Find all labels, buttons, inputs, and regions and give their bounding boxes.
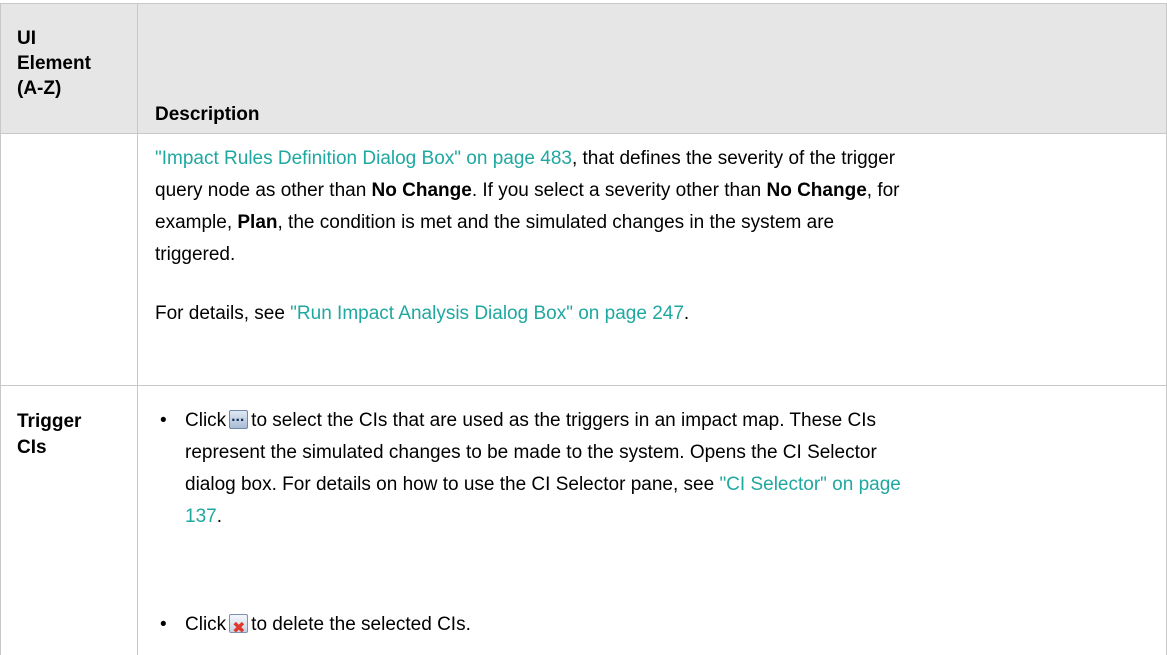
bullet1-line1: Click to select the CIs that are used as …	[185, 405, 1155, 437]
header-ui-element-line1: UI	[17, 28, 36, 49]
header-ui-element-line3: (A-Z)	[17, 78, 62, 99]
impact-rules-link[interactable]: "Impact Rules Definition Dialog Box" on …	[155, 148, 572, 169]
bullet1-line2: represent the simulated changes to be ma…	[185, 442, 877, 463]
ui-element-table: UI Element (A-Z) Description "Impact Rul…	[0, 0, 1167, 655]
row1-details: For details, see "Run Impact Analysis Di…	[155, 298, 1155, 330]
ci-selector-link[interactable]: "CI Selector" on page	[719, 474, 900, 495]
delete-icon[interactable]	[229, 613, 249, 645]
bullet2-click-text: Click	[185, 614, 227, 635]
bullet-1: Click to select the CIs that are used as …	[185, 405, 1155, 533]
row-divider	[0, 385, 1167, 386]
no-change-bold-1: No Change	[371, 180, 472, 201]
row1-line2: query node as other than No Change. If y…	[155, 175, 1155, 207]
trigger-cis-label-line2: CIs	[17, 437, 47, 458]
no-change-bold-2: No Change	[766, 180, 867, 201]
row1-line4: triggered.	[155, 244, 236, 265]
bullet1-line4: 137.	[185, 501, 1155, 533]
top-border	[0, 3, 1167, 4]
bullet2-rest: to delete the selected CIs.	[251, 614, 471, 635]
header-ui-element: UI Element (A-Z)	[17, 26, 91, 101]
bullet-dot-1: •	[160, 410, 167, 431]
bullet1-line3: dialog box. For details on how to use th…	[185, 469, 1155, 501]
bullet-2: Click to delete the selected CIs.	[185, 609, 1155, 645]
row1-line3: example, Plan, the condition is met and …	[155, 207, 1155, 239]
bullet1-click-text: Click	[185, 410, 227, 431]
header-bottom-border	[0, 133, 1167, 134]
column-divider	[137, 3, 138, 655]
details-suffix: .	[683, 303, 690, 324]
trigger-cis-label-line1: Trigger	[17, 411, 82, 432]
details-prefix: For details, see	[155, 303, 291, 324]
run-impact-analysis-link[interactable]: "Run Impact Analysis Dialog Box" on page…	[290, 303, 684, 324]
row1-line3-text-a: example,	[155, 212, 238, 233]
ci-selector-page-link[interactable]: 137	[185, 506, 217, 527]
left-border	[0, 3, 1, 655]
plan-bold: Plan	[237, 212, 278, 233]
trigger-cis-label: Trigger CIs	[17, 409, 81, 461]
row1-line2-text-a: query node as other than	[155, 180, 372, 201]
row1-line2-text-b: . If you select a severity other than	[471, 180, 767, 201]
bullet1-line1-rest: to select the CIs that are used as the t…	[251, 410, 877, 431]
row1-line1-rest: , that defines the severity of the trigg…	[571, 148, 896, 169]
row1-description: "Impact Rules Definition Dialog Box" on …	[155, 143, 1155, 271]
row1-line1: "Impact Rules Definition Dialog Box" on …	[155, 143, 1155, 175]
row1-line3-text-b: , the condition is met and the simulated…	[277, 212, 835, 233]
browse-icon[interactable]	[229, 405, 249, 437]
header-ui-element-line2: Element	[17, 53, 91, 74]
bullet1-line3-text: dialog box. For details on how to use th…	[185, 474, 720, 495]
bullet-dot-2: •	[160, 614, 167, 635]
header-description: Description	[155, 104, 260, 125]
row1-line2-text-c: , for	[866, 180, 900, 201]
bullet1-line4-suffix: .	[216, 506, 222, 527]
